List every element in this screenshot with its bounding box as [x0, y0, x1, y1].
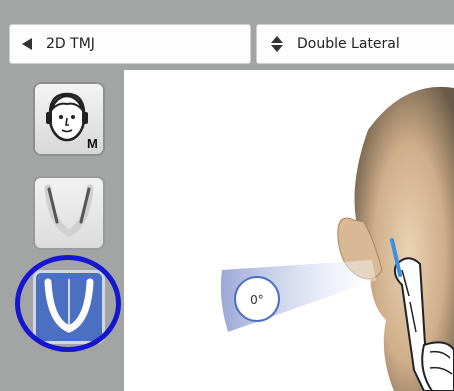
jaw-outline-icon [44, 184, 94, 237]
patient-head-icon: M [46, 92, 98, 151]
mode-selector[interactable]: 2D TMJ [9, 24, 251, 64]
jaw-outline-button[interactable] [33, 176, 105, 250]
preview-canvas[interactable]: 0° [124, 70, 454, 391]
back-arrow-icon[interactable] [22, 38, 32, 50]
mode-label: 2D TMJ [46, 36, 95, 52]
angle-label: 0° [250, 293, 264, 307]
face-button-badge: M [87, 136, 98, 151]
head-illustration: 0° [220, 87, 454, 391]
view-selector[interactable]: Double Lateral [256, 24, 454, 64]
patient-head-button[interactable]: M [33, 82, 105, 156]
up-down-arrows-icon [271, 36, 283, 52]
selection-highlight-ring [15, 255, 121, 352]
view-label: Double Lateral [297, 36, 400, 52]
